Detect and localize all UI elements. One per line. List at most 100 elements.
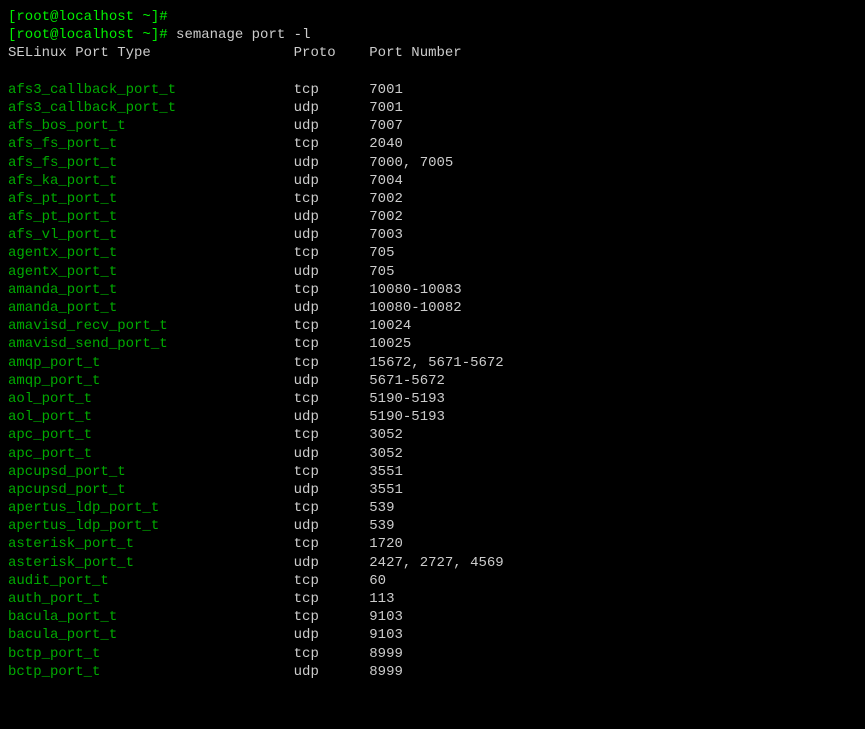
proto-cell: tcp [294, 427, 370, 443]
port-type-cell: bacula_port_t [8, 627, 294, 643]
table-row: apcupsd_port_t udp 3551 [8, 481, 857, 499]
table-row: afs_pt_port_t udp 7002 [8, 208, 857, 226]
table-row: amanda_port_t tcp 10080-10083 [8, 281, 857, 299]
proto-cell: tcp [294, 464, 370, 480]
proto-cell: udp [294, 227, 370, 243]
port-type-cell: asterisk_port_t [8, 536, 294, 552]
proto-cell: tcp [294, 609, 370, 625]
prompt-line-1: [root@localhost ~]# [8, 8, 857, 26]
port-type-cell: apcupsd_port_t [8, 482, 294, 498]
table-row: afs_vl_port_t udp 7003 [8, 226, 857, 244]
port-number-cell: 3052 [369, 427, 403, 443]
table-row: amqp_port_t udp 5671-5672 [8, 372, 857, 390]
port-type-cell: afs_vl_port_t [8, 227, 294, 243]
port-type-cell: afs3_callback_port_t [8, 82, 294, 98]
proto-cell: tcp [294, 82, 370, 98]
port-number-cell: 9103 [369, 609, 403, 625]
port-number-cell: 7001 [369, 100, 403, 116]
proto-cell: tcp [294, 245, 370, 261]
port-number-cell: 10080-10083 [369, 282, 461, 298]
port-number-cell: 3052 [369, 446, 403, 462]
table-row: apc_port_t udp 3052 [8, 445, 857, 463]
command-text: semanage port -l [168, 27, 311, 43]
port-type-cell: bctp_port_t [8, 664, 294, 680]
port-number-cell: 15672, 5671-5672 [369, 355, 503, 371]
table-row: afs3_callback_port_t udp 7001 [8, 99, 857, 117]
table-row: afs_fs_port_t tcp 2040 [8, 135, 857, 153]
table-row: amanda_port_t udp 10080-10082 [8, 299, 857, 317]
port-type-cell: amqp_port_t [8, 373, 294, 389]
proto-cell: udp [294, 482, 370, 498]
port-type-cell: afs_fs_port_t [8, 155, 294, 171]
port-type-cell: afs_pt_port_t [8, 209, 294, 225]
proto-cell: udp [294, 173, 370, 189]
prompt-prefix: [root@localhost ~]# [8, 27, 168, 43]
header-col2: Proto [294, 45, 370, 61]
port-number-cell: 7002 [369, 191, 403, 207]
table-row: auth_port_t tcp 113 [8, 590, 857, 608]
port-number-cell: 2040 [369, 136, 403, 152]
port-number-cell: 7000, 7005 [369, 155, 453, 171]
proto-cell: udp [294, 446, 370, 462]
proto-cell: tcp [294, 336, 370, 352]
port-number-cell: 10080-10082 [369, 300, 461, 316]
port-number-cell: 705 [369, 264, 394, 280]
table-header: SELinux Port Type Proto Port Number [8, 44, 857, 62]
prompt-line-2[interactable]: [root@localhost ~]# semanage port -l [8, 26, 857, 44]
port-number-cell: 7001 [369, 82, 403, 98]
proto-cell: tcp [294, 536, 370, 552]
table-row: bacula_port_t tcp 9103 [8, 608, 857, 626]
port-type-cell: amanda_port_t [8, 300, 294, 316]
proto-cell: udp [294, 373, 370, 389]
port-type-cell: apc_port_t [8, 427, 294, 443]
port-type-cell: amanda_port_t [8, 282, 294, 298]
table-row: apertus_ldp_port_t udp 539 [8, 517, 857, 535]
proto-cell: udp [294, 100, 370, 116]
port-number-cell: 539 [369, 500, 394, 516]
port-number-cell: 7003 [369, 227, 403, 243]
port-number-cell: 3551 [369, 464, 403, 480]
proto-cell: tcp [294, 136, 370, 152]
table-row: amqp_port_t tcp 15672, 5671-5672 [8, 354, 857, 372]
port-number-cell: 539 [369, 518, 394, 534]
port-type-cell: apertus_ldp_port_t [8, 518, 294, 534]
port-type-cell: afs_fs_port_t [8, 136, 294, 152]
header-col1: SELinux Port Type [8, 45, 294, 61]
proto-cell: tcp [294, 391, 370, 407]
port-number-cell: 10024 [369, 318, 411, 334]
port-number-cell: 8999 [369, 646, 403, 662]
proto-cell: udp [294, 264, 370, 280]
port-number-cell: 5190-5193 [369, 409, 445, 425]
prompt-prefix: [root@localhost ~]# [8, 9, 168, 25]
port-number-cell: 7004 [369, 173, 403, 189]
port-type-cell: audit_port_t [8, 573, 294, 589]
table-row: bctp_port_t udp 8999 [8, 663, 857, 681]
proto-cell: udp [294, 627, 370, 643]
table-row: afs_bos_port_t udp 7007 [8, 117, 857, 135]
port-number-cell: 2427, 2727, 4569 [369, 555, 503, 571]
proto-cell: udp [294, 555, 370, 571]
table-row: agentx_port_t tcp 705 [8, 244, 857, 262]
table-row: amavisd_send_port_t tcp 10025 [8, 335, 857, 353]
table-row: amavisd_recv_port_t tcp 10024 [8, 317, 857, 335]
port-type-cell: amqp_port_t [8, 355, 294, 371]
port-type-cell: afs_ka_port_t [8, 173, 294, 189]
port-type-cell: apc_port_t [8, 446, 294, 462]
proto-cell: tcp [294, 282, 370, 298]
port-type-cell: asterisk_port_t [8, 555, 294, 571]
proto-cell: tcp [294, 500, 370, 516]
table-row: aol_port_t tcp 5190-5193 [8, 390, 857, 408]
proto-cell: udp [294, 300, 370, 316]
port-number-cell: 9103 [369, 627, 403, 643]
port-type-cell: agentx_port_t [8, 264, 294, 280]
proto-cell: tcp [294, 191, 370, 207]
table-row: bacula_port_t udp 9103 [8, 626, 857, 644]
table-row: asterisk_port_t tcp 1720 [8, 535, 857, 553]
table-row: afs_ka_port_t udp 7004 [8, 172, 857, 190]
port-number-cell: 10025 [369, 336, 411, 352]
port-type-cell: auth_port_t [8, 591, 294, 607]
table-row: afs_pt_port_t tcp 7002 [8, 190, 857, 208]
table-row: apertus_ldp_port_t tcp 539 [8, 499, 857, 517]
proto-cell: udp [294, 664, 370, 680]
port-number-cell: 113 [369, 591, 394, 607]
